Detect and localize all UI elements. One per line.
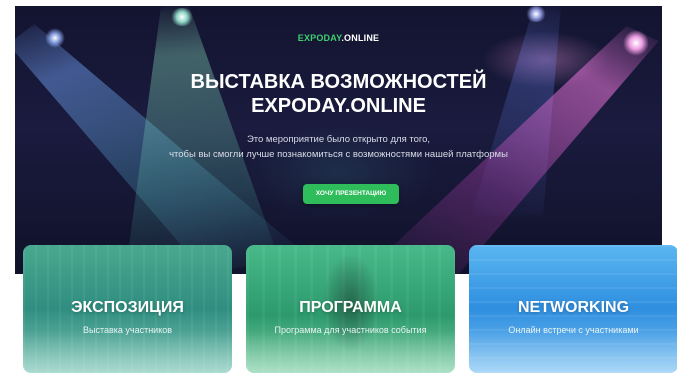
spotlight-source xyxy=(170,8,194,26)
card-title: NETWORKING xyxy=(517,299,630,316)
logo-text-primary: EXPODAY xyxy=(297,33,342,43)
site-logo[interactable]: EXPODAY.ONLINE xyxy=(15,33,662,43)
card-subtitle: Программа для участников события xyxy=(274,325,427,335)
intro-text-line1: Это мероприятие было открыто для того, xyxy=(246,134,431,145)
page-title-line2: EXPODAY.ONLINE xyxy=(251,95,426,117)
card-overlay xyxy=(469,331,677,373)
card-exposition[interactable]: ЭКСПОЗИЦИЯ Выставка участников xyxy=(23,245,232,373)
logo-text-secondary: .ONLINE xyxy=(341,33,380,43)
page-title-line1: ВЫСТАВКА ВОЗМОЖНОСТЕЙ xyxy=(190,71,487,93)
intro-text-line2: чтобы вы смогли лучше познакомиться с во… xyxy=(169,149,508,160)
card-subtitle: Выставка участников xyxy=(82,325,173,335)
hero-banner: EXPODAY.ONLINE ВЫСТАВКА ВОЗМОЖНОСТЕЙ EXP… xyxy=(15,6,662,274)
card-title: ПРОГРАММА xyxy=(299,299,402,316)
card-subtitle: Онлайн встречи с участниками xyxy=(508,325,639,335)
request-presentation-button[interactable]: ХОЧУ ПРЕЗЕНТАЦИЮ xyxy=(303,184,399,204)
spotlight-source xyxy=(525,6,547,22)
card-program[interactable]: ПРОГРАММА Программа для участников событ… xyxy=(246,245,455,373)
card-title: ЭКСПОЗИЦИЯ xyxy=(71,299,184,316)
card-overlay xyxy=(23,331,232,373)
card-networking[interactable]: NETWORKING Онлайн встречи с участниками xyxy=(469,245,677,373)
card-overlay xyxy=(246,331,455,373)
